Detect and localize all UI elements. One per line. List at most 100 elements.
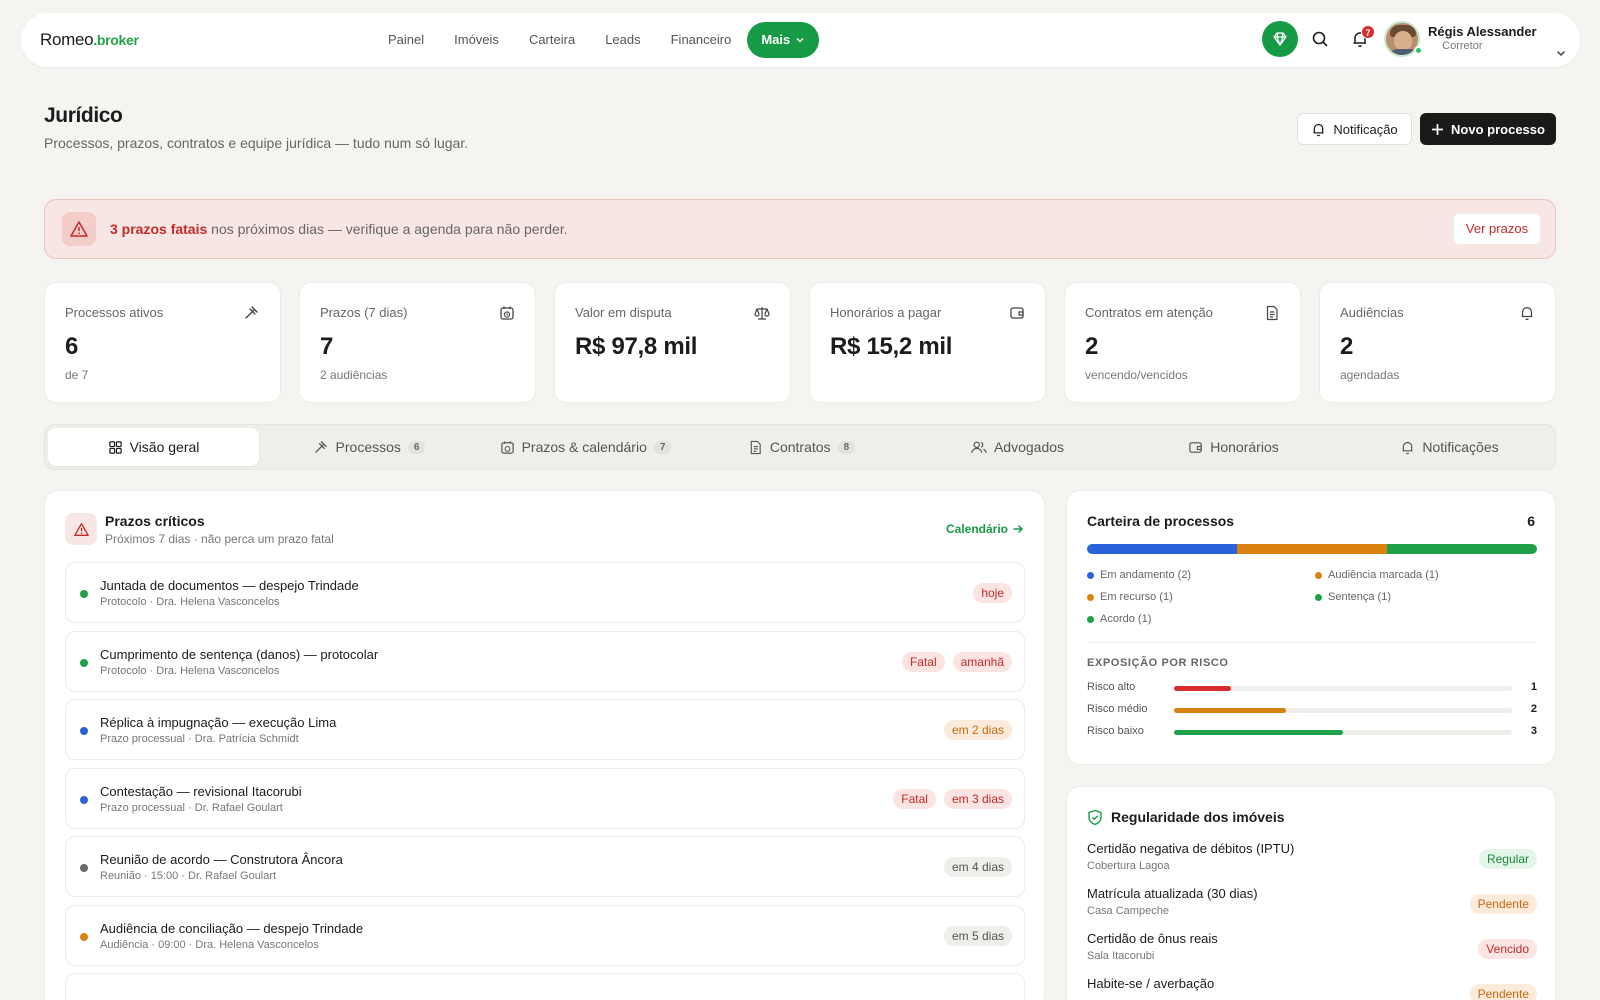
bell-icon xyxy=(1402,441,1413,454)
card-title: Carteira de processos xyxy=(1087,513,1235,529)
deadline-row[interactable]: Juntada de documentos — despejo Trindade… xyxy=(65,562,1025,623)
compliance-property: Casa Campeche xyxy=(1087,905,1169,917)
warning-icon xyxy=(73,522,89,536)
bell-icon xyxy=(1313,123,1324,136)
bell-icon xyxy=(1521,307,1533,321)
risk-value: 3 xyxy=(1530,725,1537,737)
gavel-icon xyxy=(314,440,327,453)
status-bar-segment xyxy=(1386,544,1537,554)
kpi-value: R$ 97,8 mil xyxy=(575,333,698,360)
card-title: Prazos críticos xyxy=(105,513,205,529)
tab-prazos-calendario[interactable]: Prazos & calendário 7 xyxy=(480,428,691,466)
status-badge: Fatal xyxy=(901,651,945,672)
legend-swatch xyxy=(1087,615,1094,623)
tab-notificacoes[interactable]: Notificações xyxy=(1344,428,1555,466)
tab-advogados[interactable]: Advogados xyxy=(912,428,1123,466)
nav-item-carteira[interactable]: Carteira xyxy=(514,22,590,58)
alert-icon-box xyxy=(65,513,97,545)
deadline-meta: Reunião · 15:00 · Dr. Rafael Goulart xyxy=(100,870,277,882)
view-deadlines-button[interactable]: Ver prazos xyxy=(1453,213,1541,245)
user-info[interactable]: Régis Alessander Corretor xyxy=(1428,25,1537,53)
deadline-meta: Audiência · 09:00 · Dra. Helena Vasconce… xyxy=(100,938,319,951)
alert-message: 3 prazos fatais nos próximos dias — veri… xyxy=(110,221,568,237)
tab-label: Honorários xyxy=(1210,439,1279,455)
calendar-clock-icon xyxy=(500,440,514,454)
risk-fill xyxy=(1174,686,1232,691)
deadline-title: Contestação — revisional Itacorubi xyxy=(100,783,302,799)
nav-more-button[interactable]: Mais xyxy=(747,22,820,58)
notifications-button[interactable]: 7 xyxy=(1342,21,1378,57)
warning-icon xyxy=(70,221,88,237)
status-badge: Regular xyxy=(1478,849,1537,869)
tab-honorarios[interactable]: Honorários xyxy=(1128,428,1339,466)
kpi-label: Audiências xyxy=(1340,305,1404,320)
nav-item-leads[interactable]: Leads xyxy=(590,22,655,58)
risk-fill xyxy=(1174,708,1286,713)
search-button[interactable] xyxy=(1302,21,1338,57)
online-status-dot xyxy=(1414,46,1423,55)
nav-item-financeiro[interactable]: Financeiro xyxy=(656,22,747,58)
nav-item-painel[interactable]: Painel xyxy=(373,22,439,58)
deadline-row[interactable]: Contestação — revisional Itacorubi Prazo … xyxy=(65,767,1025,829)
deadline-row[interactable]: Audiência de conciliação — despejo Trind… xyxy=(65,904,1025,966)
tab-label: Contratos xyxy=(769,439,831,455)
calendar-link[interactable]: Calendário xyxy=(946,522,1024,536)
tab-label: Advogados xyxy=(993,439,1065,455)
tab-contratos[interactable]: Contratos 8 xyxy=(696,428,907,466)
brand-logo[interactable]: Romeo.broker xyxy=(40,30,139,50)
alert-text: nos próximos dias — verifique a agenda p… xyxy=(207,221,568,237)
status-dot xyxy=(80,932,88,941)
plus-icon xyxy=(1432,123,1443,135)
kpi-sub: agendadas xyxy=(1340,368,1400,382)
compliance-row[interactable]: Matrícula atualizada (30 dias) Casa Campe… xyxy=(1087,886,1537,926)
deadline-meta: Protocolo · Dra. Helena Vasconcelos xyxy=(100,664,280,677)
compliance-row[interactable]: Habite-se / averbação Pendente xyxy=(1087,976,1537,1000)
risk-label: Risco médio xyxy=(1087,703,1148,715)
deadline-row[interactable]: Cumprimento de sentença (danos) — protoc… xyxy=(65,630,1025,692)
portfolio-status-bar xyxy=(1087,544,1537,554)
risk-value: 2 xyxy=(1530,703,1537,715)
deadline-row[interactable]: Reunião de acordo — Construtora Âncora Re… xyxy=(65,836,1025,897)
deadline-title: Juntada de documentos — despejo Trindade xyxy=(100,578,359,593)
users-icon xyxy=(971,441,987,453)
notification-button[interactable]: Notificação xyxy=(1297,113,1412,145)
deadline-row[interactable] xyxy=(65,973,1025,1000)
chevron-down-icon[interactable] xyxy=(1555,47,1567,59)
arrow-right-icon xyxy=(1013,524,1024,534)
status-badge: em 5 dias xyxy=(943,925,1012,946)
risk-value: 1 xyxy=(1530,681,1537,693)
premium-button[interactable] xyxy=(1262,21,1298,57)
kpi-label: Valor em disputa xyxy=(575,305,672,320)
kpi-value: 6 xyxy=(65,333,79,360)
compliance-row[interactable]: Certidão de ônus reais Sala Itacorubi Venc… xyxy=(1087,931,1537,971)
deadline-tags: Fatal amanhã xyxy=(901,651,1012,672)
kpi-label: Contratos em atenção xyxy=(1085,305,1213,320)
notification-count-badge: 7 xyxy=(1361,25,1375,39)
document-icon xyxy=(750,440,761,454)
risk-fill xyxy=(1174,730,1343,735)
status-badge: Vencido xyxy=(1478,939,1537,959)
kpi-label: Prazos (7 dias) xyxy=(320,305,408,320)
tab-count: 7 xyxy=(653,440,672,454)
legend-item: Em recurso (1) xyxy=(1087,591,1173,603)
diamond-icon xyxy=(1273,32,1287,46)
tab-visao-geral[interactable]: Visão geral xyxy=(48,428,259,466)
status-dot xyxy=(80,658,88,667)
status-dot xyxy=(80,727,88,735)
tab-label: Prazos & calendário xyxy=(521,439,647,455)
risk-label: Risco baixo xyxy=(1087,725,1144,737)
user-role: Corretor xyxy=(1442,40,1483,52)
new-process-button[interactable]: Novo processo xyxy=(1420,113,1556,145)
deadline-row[interactable]: Réplica à impugnação — execução Lima Praz… xyxy=(65,699,1025,760)
notification-button-label: Notificação xyxy=(1333,121,1398,137)
kpi-sub: de 7 xyxy=(65,368,89,382)
compliance-row[interactable]: Certidão negativa de débitos (IPTU) Cober… xyxy=(1087,841,1537,881)
tab-processos[interactable]: Processos 6 xyxy=(264,428,475,466)
deadline-title: Reunião de acordo — Construtora Âncora xyxy=(100,852,343,867)
calendar-clock-icon xyxy=(500,306,514,320)
kpi-sub: 2 audiências xyxy=(320,368,388,382)
status-bar-segment xyxy=(1087,544,1237,554)
portfolio-card: Carteira de processos 6 Em andamento (2)… xyxy=(1066,490,1556,765)
nav-item-imoveis[interactable]: Imóveis xyxy=(439,22,514,58)
status-badge: Pendente xyxy=(1469,984,1537,1000)
